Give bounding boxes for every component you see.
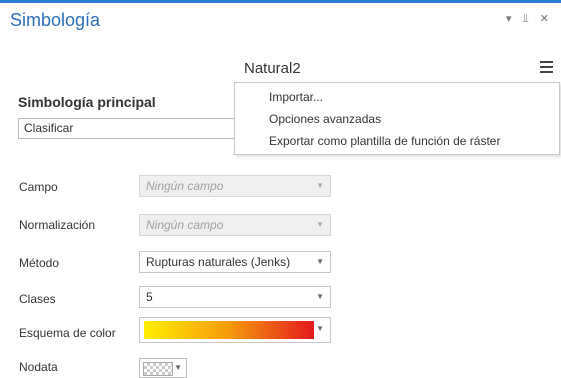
normalization-dropdown: Ningún campo ▼ [139,214,331,236]
menu-item-export-raster-template[interactable]: Exportar como plantilla de función de rá… [269,134,500,148]
menu-item-import[interactable]: Importar... [269,90,323,104]
color-ramp [144,321,314,339]
field-label: Campo [19,180,58,194]
nodata-swatch [143,362,173,376]
field-dropdown-value: Ningún campo [146,179,224,193]
menu-item-advanced-options[interactable]: Opciones avanzadas [269,112,381,126]
close-icon[interactable]: ✕ [540,13,553,25]
options-menu: Importar... Opciones avanzadas Exportar … [234,82,560,155]
method-dropdown-value: Rupturas naturales (Jenks) [146,255,291,269]
window-controls: ▾ ⫫ ✕ [506,12,553,26]
chevron-down-icon: ▼ [316,181,324,190]
method-label: Método [19,256,60,270]
chevron-down-icon: ▼ [174,363,182,372]
color-scheme-dropdown[interactable]: ▼ [139,317,331,343]
normalization-dropdown-value: Ningún campo [146,218,224,232]
nodata-color-picker[interactable]: ▼ [139,358,187,378]
pane-options-icon[interactable]: ▾ [506,13,516,25]
pane-title: Simbología [10,10,101,30]
field-dropdown: Ningún campo ▼ [139,175,331,197]
classes-dropdown[interactable]: 5 ▼ [139,286,331,308]
pane-top-accent [0,0,561,3]
pin-icon[interactable]: ⫫ [523,13,533,25]
chevron-down-icon: ▼ [316,324,324,333]
method-dropdown[interactable]: Rupturas naturales (Jenks) ▼ [139,251,331,273]
chevron-down-icon: ▼ [316,292,324,301]
primary-symbology-heading: Simbología principal [18,94,156,110]
menu-icon[interactable] [540,61,553,73]
color-scheme-label: Esquema de color [19,326,116,340]
chevron-down-icon: ▼ [316,220,324,229]
classes-label: Clases [19,292,56,306]
layer-name: Natural2 [244,60,301,77]
classes-dropdown-value: 5 [146,290,153,304]
renderer-select[interactable]: Clasificar [18,118,248,139]
chevron-down-icon: ▼ [316,257,324,266]
normalization-label: Normalización [19,218,96,232]
nodata-label: Nodata [19,360,58,374]
